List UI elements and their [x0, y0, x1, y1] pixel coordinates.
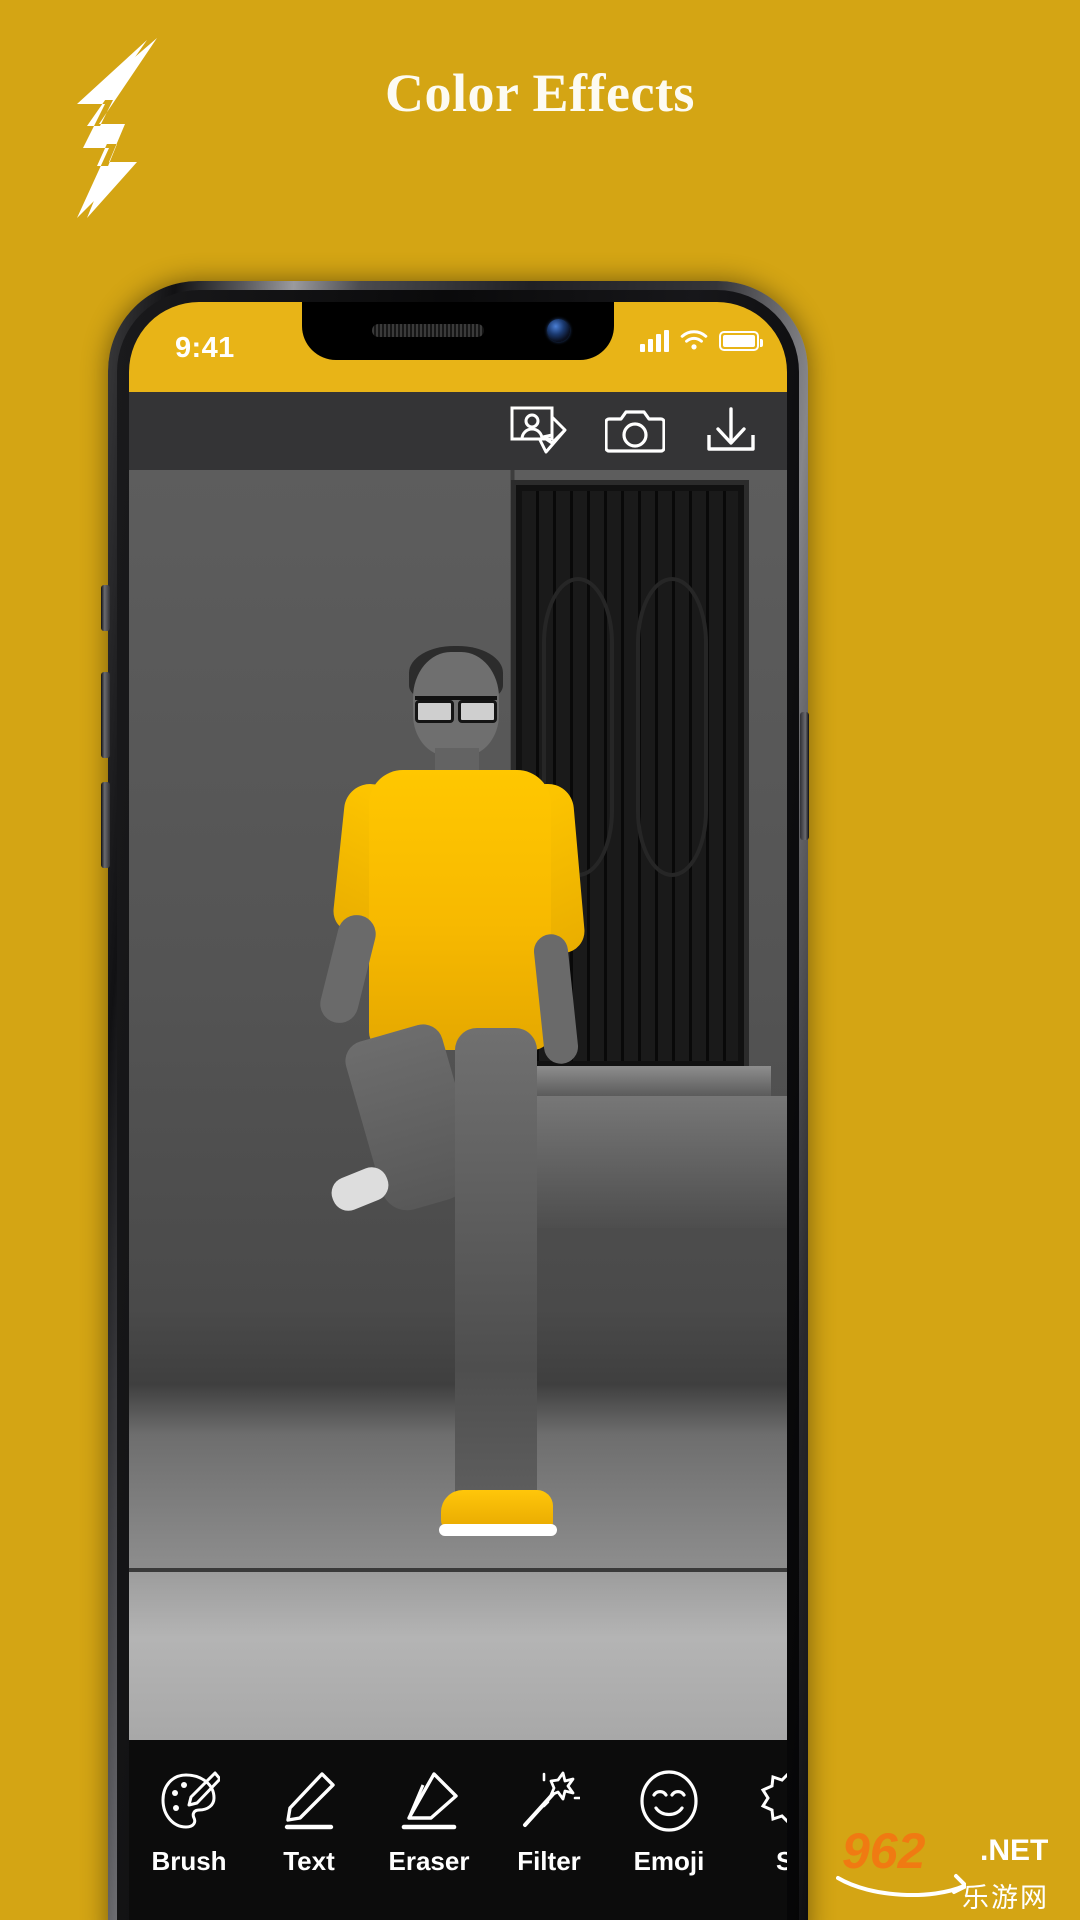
ground-line — [129, 1568, 787, 1572]
promo-banner: Color Effects — [0, 0, 1080, 290]
smiley-emoji-icon — [640, 1770, 698, 1832]
page-title: Color Effects — [385, 63, 695, 123]
power-button[interactable] — [800, 712, 809, 840]
mute-switch-button[interactable] — [101, 585, 110, 631]
download-save-icon[interactable] — [701, 405, 761, 457]
volume-down-button[interactable] — [101, 782, 110, 868]
app-top-toolbar — [129, 392, 787, 470]
editor-bottom-toolbar: Brush Text Eraser Filter Emoji S — [129, 1740, 787, 1920]
site-watermark: 962 .NET 乐游网 — [830, 1802, 1080, 1920]
phone-notch — [302, 302, 614, 360]
cellular-signal-icon — [640, 330, 669, 352]
shoe-sole — [439, 1524, 557, 1536]
eraser-icon — [401, 1772, 458, 1830]
status-time: 9:41 — [175, 332, 235, 364]
tool-label: Emoji — [633, 1846, 705, 1876]
yellow-tshirt — [369, 770, 551, 1050]
tool-sticker[interactable]: St — [729, 1770, 787, 1877]
tool-text[interactable]: Text — [249, 1770, 369, 1877]
wifi-icon — [680, 330, 708, 350]
watermark-swoosh-icon — [836, 1874, 966, 1898]
speaker-grille-icon — [372, 324, 484, 337]
pencil-text-icon — [284, 1772, 335, 1830]
brush-palette-icon — [161, 1771, 220, 1829]
sticker-icon — [760, 1772, 787, 1824]
window-scrollwork-right — [636, 577, 708, 877]
volume-up-button[interactable] — [101, 672, 110, 758]
tool-label: Filter — [517, 1846, 581, 1876]
tool-eraser[interactable]: Eraser — [369, 1770, 489, 1877]
tool-emoji[interactable]: Emoji — [609, 1770, 729, 1877]
watermark-tld: .NET — [980, 1834, 1049, 1867]
camera-icon[interactable] — [605, 405, 665, 457]
watermark-cn-text: 乐游网 — [962, 1883, 1049, 1913]
phone-mockup: 9:41 Brush Text Eraser Filter Emoji S — [108, 281, 808, 1920]
person-subject — [315, 646, 615, 1536]
front-camera-icon — [547, 319, 570, 342]
tool-label: Brush — [151, 1846, 227, 1876]
tool-filter[interactable]: Filter — [489, 1770, 609, 1877]
tool-label: Text — [283, 1846, 335, 1876]
gallery-photo-icon[interactable] — [509, 405, 569, 457]
tool-label: Eraser — [388, 1846, 470, 1876]
status-icons — [640, 330, 763, 352]
glasses — [415, 696, 497, 723]
jeans-right-leg — [455, 1028, 537, 1514]
magic-wand-filter-icon — [523, 1771, 580, 1827]
tool-label: St — [776, 1846, 787, 1876]
tool-brush[interactable]: Brush — [129, 1770, 249, 1877]
phone-screen: 9:41 Brush Text Eraser Filter Emoji S — [129, 302, 787, 1920]
battery-icon — [719, 331, 763, 351]
status-bar: 9:41 — [129, 302, 787, 392]
photo-canvas[interactable] — [129, 470, 787, 1740]
ground — [129, 1570, 787, 1740]
